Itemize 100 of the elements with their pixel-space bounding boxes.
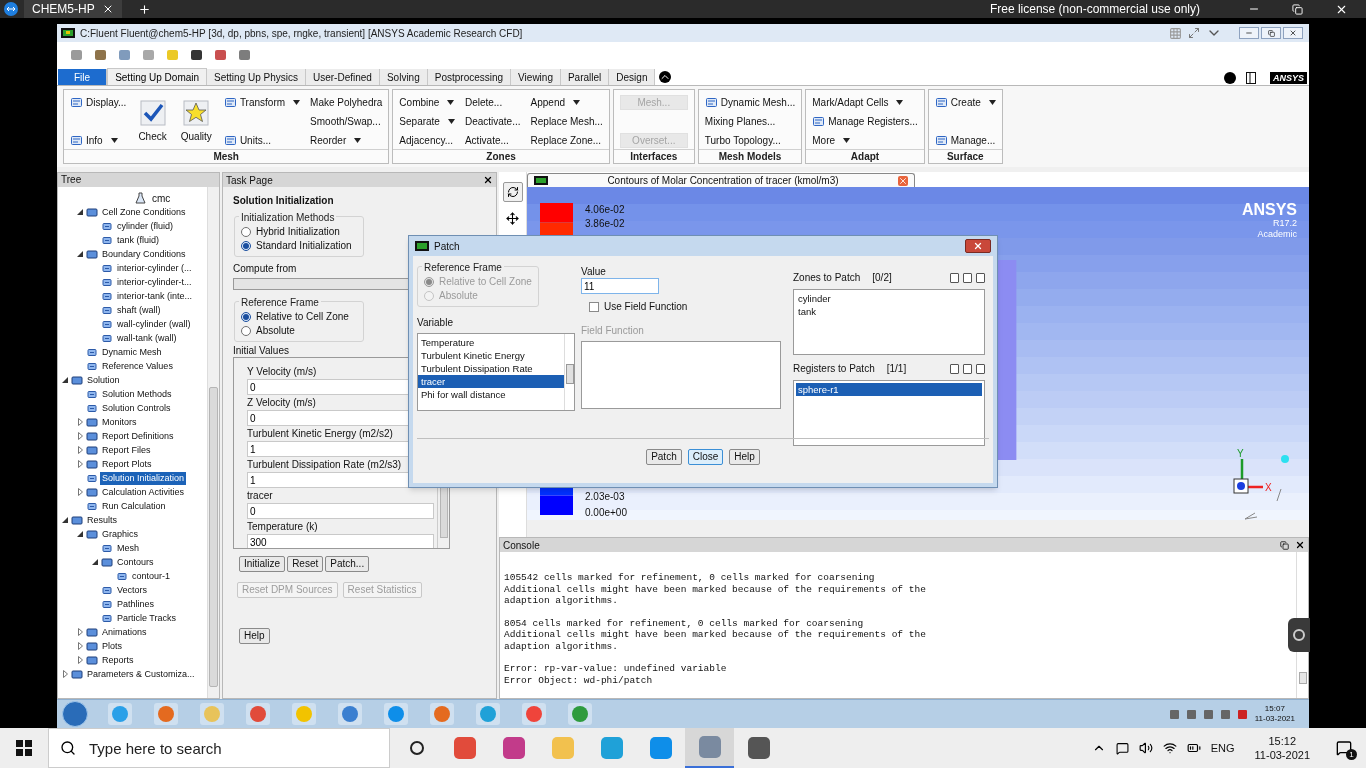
list-item[interactable]: Turbulent Dissipation Rate [418,362,564,375]
list-tool-button[interactable] [950,272,959,283]
move-icon[interactable] [506,212,519,225]
tree-item[interactable]: Run Calculation [100,499,168,513]
ribbon-button[interactable]: Mark/Adapt Cells [812,95,904,110]
button[interactable]: Close [687,449,724,465]
expanded-arrow-icon[interactable] [77,251,83,257]
collapse-ribbon-icon[interactable] [659,71,672,83]
ribbon-button[interactable]: Adjacency... [399,133,454,148]
scrollbar-thumb[interactable] [565,364,574,384]
tree-item[interactable]: Vectors [115,583,149,597]
volume-icon[interactable] [1138,741,1153,755]
ribbon-tab[interactable]: Postprocessing [427,69,512,85]
ribbon-button[interactable]: Manage Registers... [812,114,918,129]
ribbon-button[interactable]: Quality [178,99,214,144]
ribbon-button[interactable]: Mixing Planes... [704,114,776,129]
taskbar-app-icon[interactable] [520,702,548,726]
tree-item[interactable]: Solution [85,373,122,387]
tree-item[interactable]: Animations [100,625,149,639]
tree-item[interactable]: Solution Initialization [100,471,187,485]
ribbon-tab[interactable]: Solving [379,69,428,85]
close-icon[interactable] [483,175,493,185]
tree-item[interactable]: Graphics [100,527,140,541]
search-field[interactable]: Type here to search [48,728,390,768]
battery-icon[interactable] [1186,741,1201,755]
expanded-arrow-icon[interactable] [62,377,68,383]
ribbon-button[interactable]: Combine [399,95,455,110]
button[interactable]: Patch [646,449,682,465]
expanded-arrow-icon[interactable] [92,559,98,565]
tree-item[interactable]: Reference Values [100,359,175,373]
ribbon-tab[interactable]: Design [609,69,656,85]
ribbon-button[interactable]: Activate... [464,133,509,148]
tree-item[interactable]: Report Plots [100,457,154,471]
list-item[interactable]: Turbulent Kinetic Energy [418,349,564,362]
minimize-button[interactable] [1239,27,1259,39]
button[interactable]: Help [729,449,760,465]
restore-button[interactable] [1261,27,1281,39]
close-button[interactable] [1283,27,1303,39]
tree-item[interactable]: Contours [115,555,156,569]
list-item[interactable]: tank [796,305,982,318]
list-tool-button[interactable] [976,272,985,283]
ribbon-tab[interactable]: Setting Up Physics [207,69,306,85]
close-button[interactable] [965,239,991,253]
list-tool-button[interactable] [963,272,972,283]
list-tool-button[interactable] [976,363,985,374]
tree-item[interactable]: wall-tank (wall) [115,331,179,345]
start-button[interactable] [62,701,88,727]
tree-item[interactable]: Pathlines [115,597,157,611]
list-item[interactable]: Temperature [418,336,564,349]
tree-item[interactable]: Solution Controls [100,401,173,415]
ribbon-button[interactable]: Make Polyhedra [310,95,383,110]
radio-option[interactable]: Standard Initialization [241,239,352,253]
ribbon-tab[interactable]: Parallel [560,69,610,85]
tree-item[interactable]: Particle Tracks [115,611,178,625]
ribbon-button[interactable]: Dynamic Mesh... [704,95,796,110]
close-icon[interactable] [102,3,114,15]
expanded-arrow-icon[interactable] [77,531,83,537]
collapsed-arrow-icon[interactable] [77,446,83,454]
ribbon-button[interactable]: Display... [70,95,127,110]
ribbon-button[interactable]: Delete... [464,95,503,110]
ribbon-button[interactable]: Transform [223,95,301,110]
tree-item[interactable]: shaft (wall) [115,303,163,317]
session-tab[interactable]: CHEM5-HP [24,0,122,18]
tree-item[interactable]: Results [85,513,119,527]
collapsed-arrow-icon[interactable] [77,488,83,496]
button[interactable]: Patch... [325,556,370,572]
collapsed-arrow-icon[interactable] [77,656,83,664]
radio-option[interactable]: Relative to Cell Zone [241,310,349,324]
ribbon-button[interactable]: Manage... [934,133,996,148]
language-indicator[interactable]: ENG [1210,739,1235,757]
task-view-icon[interactable] [410,741,424,755]
tree-item[interactable]: interior-tank (inte... [115,289,195,303]
ribbon-button[interactable]: Append [530,95,580,110]
restore-icon[interactable] [1292,3,1303,15]
ribbon-button[interactable]: Deactivate... [464,114,521,129]
tree-item[interactable]: Parameters & Customiza... [85,667,197,681]
scrollbar-thumb[interactable] [1298,672,1307,684]
collapsed-arrow-icon[interactable] [77,642,83,650]
ribbon-tab[interactable]: Viewing [511,69,561,85]
collapsed-arrow-icon[interactable] [77,418,83,426]
notifications-button[interactable]: 1 [1334,739,1354,757]
windows-logo-icon[interactable] [16,740,32,756]
radio-option[interactable]: Hybrid Initialization [241,225,340,239]
add-icon[interactable] [138,2,151,16]
tree-item[interactable]: Report Files [100,443,153,457]
tree-item[interactable]: Mesh [115,541,141,555]
button[interactable]: Help [239,628,270,644]
scrollbar-thumb[interactable] [209,387,218,687]
clock[interactable]: 15:12 11-03-2021 [1254,734,1310,762]
button[interactable]: Reset [287,556,324,572]
tree-item[interactable]: Boundary Conditions [100,247,188,261]
tree-item[interactable]: interior-cylinder-t... [115,275,194,289]
tree-item[interactable]: Solution Methods [100,387,174,401]
collapsed-arrow-icon[interactable] [77,432,83,440]
tree-item[interactable]: Cell Zone Conditions [100,205,188,219]
tree-item[interactable]: tank (fluid) [115,233,162,247]
ribbon-tab[interactable]: User-Defined [306,69,380,85]
tree-item[interactable]: Monitors [100,415,139,429]
input-field[interactable]: 300 [247,534,434,548]
tree-item[interactable]: Report Definitions [100,429,176,443]
